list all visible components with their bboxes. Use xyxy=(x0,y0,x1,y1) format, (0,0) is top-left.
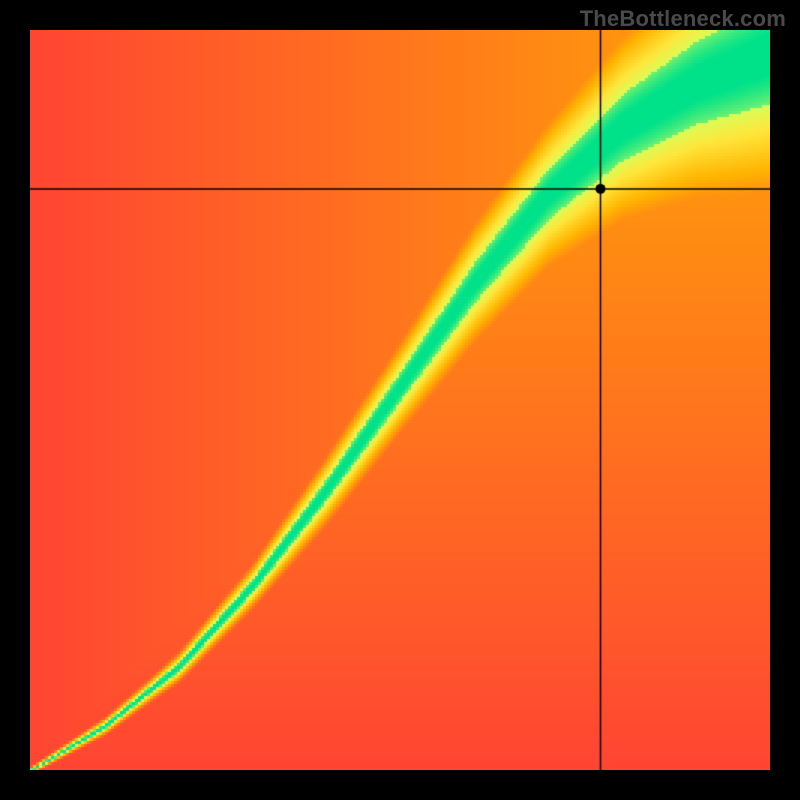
canvas-container: TheBottleneck.com xyxy=(0,0,800,800)
attribution-watermark: TheBottleneck.com xyxy=(580,6,786,32)
heatmap-plot xyxy=(30,30,770,770)
heatmap-canvas xyxy=(30,30,770,770)
